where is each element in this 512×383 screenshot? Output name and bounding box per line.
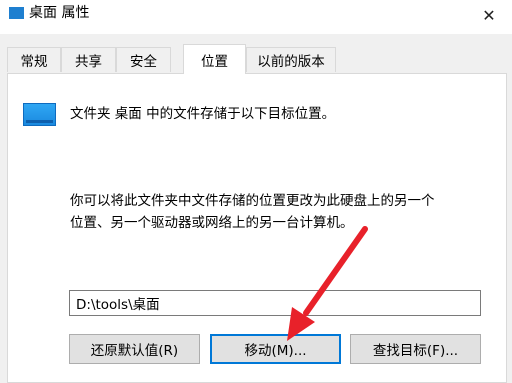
tab-label: 安全 [130, 54, 157, 70]
tab-label: 常规 [20, 54, 48, 70]
close-button[interactable]: ✕ [466, 0, 512, 30]
window-title: 桌面 属性 [29, 5, 90, 21]
tab-label: 以前的版本 [257, 54, 325, 70]
description-line-2: 位置、另一个驱动器或网络上的另一台计算机。 [70, 215, 354, 231]
button-label: 查找目标(F)... [372, 343, 459, 359]
tab-previous-versions[interactable]: 以前的版本 [246, 47, 336, 72]
folder-icon [9, 7, 24, 19]
tab-general[interactable]: 常规 [7, 47, 61, 72]
button-label: 还原默认值(R) [90, 343, 179, 359]
tab-security[interactable]: 安全 [116, 47, 171, 72]
description-line-1: 你可以将此文件夹中文件存储的位置更改为此硬盘上的另一个 [70, 193, 435, 209]
location-header: 文件夹 桌面 中的文件存储于以下目标位置。 [70, 106, 336, 122]
restore-default-button[interactable]: 还原默认值(R) [69, 334, 200, 364]
close-icon: ✕ [482, 5, 496, 25]
path-input[interactable] [69, 290, 481, 316]
folder-icon [23, 103, 56, 126]
tab-label: 共享 [75, 54, 102, 70]
tab-location[interactable]: 位置 [183, 44, 246, 74]
find-target-button[interactable]: 查找目标(F)... [350, 334, 481, 364]
tab-label: 位置 [201, 53, 228, 70]
tab-sharing[interactable]: 共享 [61, 47, 116, 72]
move-button[interactable]: 移动(M)... [210, 334, 341, 364]
button-label: 移动(M)... [244, 343, 307, 359]
title-bar: 桌面 属性 ✕ [0, 0, 512, 34]
